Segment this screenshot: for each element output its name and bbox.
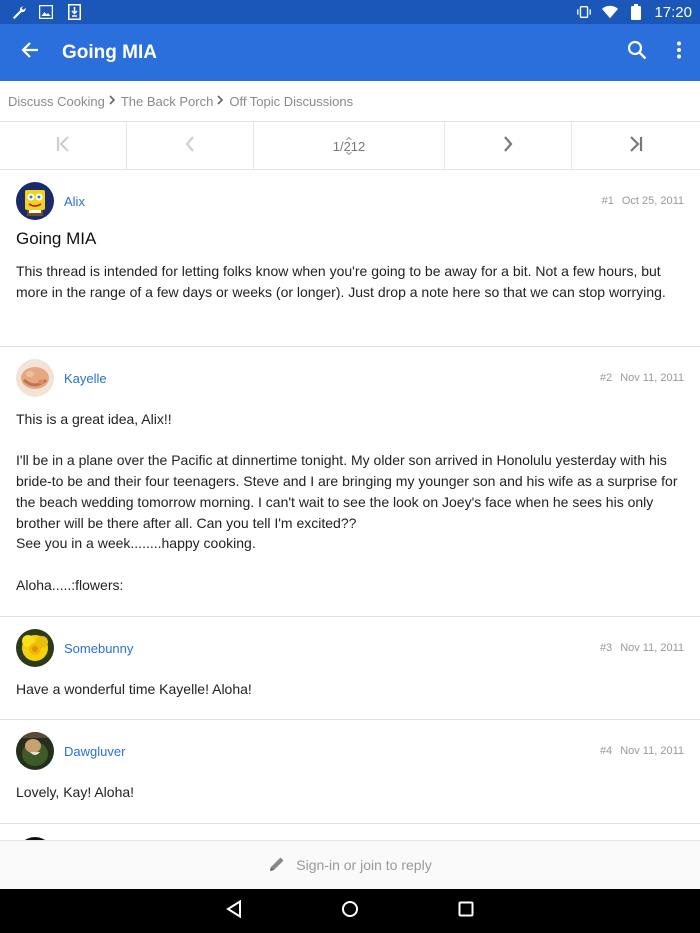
post-author[interactable]: Somebunny xyxy=(64,641,133,656)
back-triangle-icon xyxy=(226,899,242,923)
post-paragraph: Lovely, Kay! Aloha! xyxy=(16,784,135,800)
page-indicator[interactable]: 1 / 212 xyxy=(254,122,445,170)
post-paragraph xyxy=(16,430,684,451)
last-page-icon xyxy=(629,135,643,157)
post-paragraph: This is a great idea, Alix!! xyxy=(16,411,172,427)
first-page-button[interactable] xyxy=(0,122,127,170)
post-number[interactable]: #3 xyxy=(600,642,612,654)
breadcrumb-item-discuss-cooking[interactable]: Discuss Cooking xyxy=(8,94,121,109)
back-button[interactable] xyxy=(0,24,60,81)
post-paragraph: Aloha.....:flowers: xyxy=(16,576,124,593)
avatar[interactable] xyxy=(16,182,54,220)
breadcrumb: Discuss Cooking The Back Porch Off Topic… xyxy=(0,81,700,122)
home-circle-icon xyxy=(341,900,359,923)
post-date: Oct 25, 2011 xyxy=(621,195,684,207)
page-current: 1 xyxy=(332,138,340,154)
breadcrumb-label: The Back Porch xyxy=(120,93,214,109)
post-body: Lovely, Kay! Aloha! xyxy=(16,782,684,823)
search-icon xyxy=(627,40,647,65)
back-arrow-icon xyxy=(21,41,39,64)
post-date: Nov 11, 2011 xyxy=(620,642,684,654)
post-body: This is a great idea, Alix!! I'll be in … xyxy=(16,409,684,615)
page-navigator: 1 / 212 xyxy=(0,122,700,170)
post-number[interactable]: #2 xyxy=(600,372,612,384)
next-page-button[interactable] xyxy=(445,122,572,170)
download-icon xyxy=(66,4,82,20)
post-author[interactable]: Alix xyxy=(64,194,85,209)
more-options-button[interactable] xyxy=(658,24,700,81)
post-number[interactable]: #4 xyxy=(600,745,612,757)
image-icon xyxy=(38,4,54,20)
more-vert-icon xyxy=(676,41,682,64)
pencil-icon xyxy=(268,855,286,876)
system-nav-bar xyxy=(0,889,700,933)
wrench-icon xyxy=(10,4,26,20)
battery-icon xyxy=(628,4,644,20)
recents-square-icon xyxy=(458,901,474,922)
nav-recents-button[interactable] xyxy=(451,896,481,926)
next-page-icon xyxy=(503,135,513,157)
breadcrumb-item-off-topic[interactable]: Off Topic Discussions xyxy=(229,94,353,109)
post-title: Going MIA xyxy=(16,229,97,248)
post-body: Have a wonderful time Kayelle! Aloha! xyxy=(16,679,684,720)
reply-bar[interactable]: Sign-in or join to reply xyxy=(0,840,700,889)
post-number[interactable]: #1 xyxy=(602,195,614,207)
chevron-right-icon xyxy=(217,94,224,108)
prev-page-button[interactable] xyxy=(127,122,254,170)
post-paragraph: Have a wonderful time Kayelle! Aloha! xyxy=(16,681,252,697)
post-date: Nov 11, 2011 xyxy=(620,745,684,757)
post-item: Kayelle #2 Nov 11, 2011 This is a great … xyxy=(0,347,700,617)
search-button[interactable] xyxy=(616,24,658,81)
post-body: This thread is intended for letting folk… xyxy=(16,261,684,322)
page-select-icon xyxy=(346,136,352,158)
avatar[interactable] xyxy=(16,732,54,770)
prev-page-icon xyxy=(185,135,195,157)
post-item: Alix #1 Oct 25, 2011 Going MIA This thre… xyxy=(0,170,700,347)
post-author[interactable]: Dawgluver xyxy=(64,744,125,759)
status-bar: 17:20 xyxy=(0,0,700,24)
last-page-button[interactable] xyxy=(572,122,699,170)
post-author[interactable]: Kayelle xyxy=(64,371,107,386)
reply-label: Sign-in or join to reply xyxy=(296,857,432,873)
avatar[interactable] xyxy=(16,359,54,397)
page-title: Going MIA xyxy=(62,41,157,63)
first-page-icon xyxy=(56,135,70,157)
chevron-right-icon xyxy=(109,94,116,108)
post-paragraph: I'll be in a plane over the Pacific at d… xyxy=(16,452,678,531)
wifi-icon xyxy=(602,4,619,20)
status-time: 17:20 xyxy=(654,3,692,21)
post-date: Nov 11, 2011 xyxy=(620,372,684,384)
post-paragraph xyxy=(16,554,684,575)
vibrate-icon xyxy=(576,4,592,20)
post-item: Dawgluver #4 Nov 11, 2011 Lovely, Kay! A… xyxy=(0,720,700,824)
app-bar: Going MIA xyxy=(0,24,700,81)
breadcrumb-item-back-porch[interactable]: The Back Porch xyxy=(121,94,230,109)
nav-back-button[interactable] xyxy=(219,896,249,926)
post-paragraph: See you in a week........happy cooking. xyxy=(16,535,256,552)
nav-home-button[interactable] xyxy=(335,896,365,926)
post-list: Alix #1 Oct 25, 2011 Going MIA This thre… xyxy=(0,170,700,824)
breadcrumb-label: Off Topic Discussions xyxy=(229,93,354,109)
post-paragraph: This thread is intended for letting folk… xyxy=(16,263,666,300)
breadcrumb-label: Discuss Cooking xyxy=(8,93,105,109)
post-item: Somebunny #3 Nov 11, 2011 Have a wonderf… xyxy=(0,617,700,720)
avatar[interactable] xyxy=(16,629,54,667)
